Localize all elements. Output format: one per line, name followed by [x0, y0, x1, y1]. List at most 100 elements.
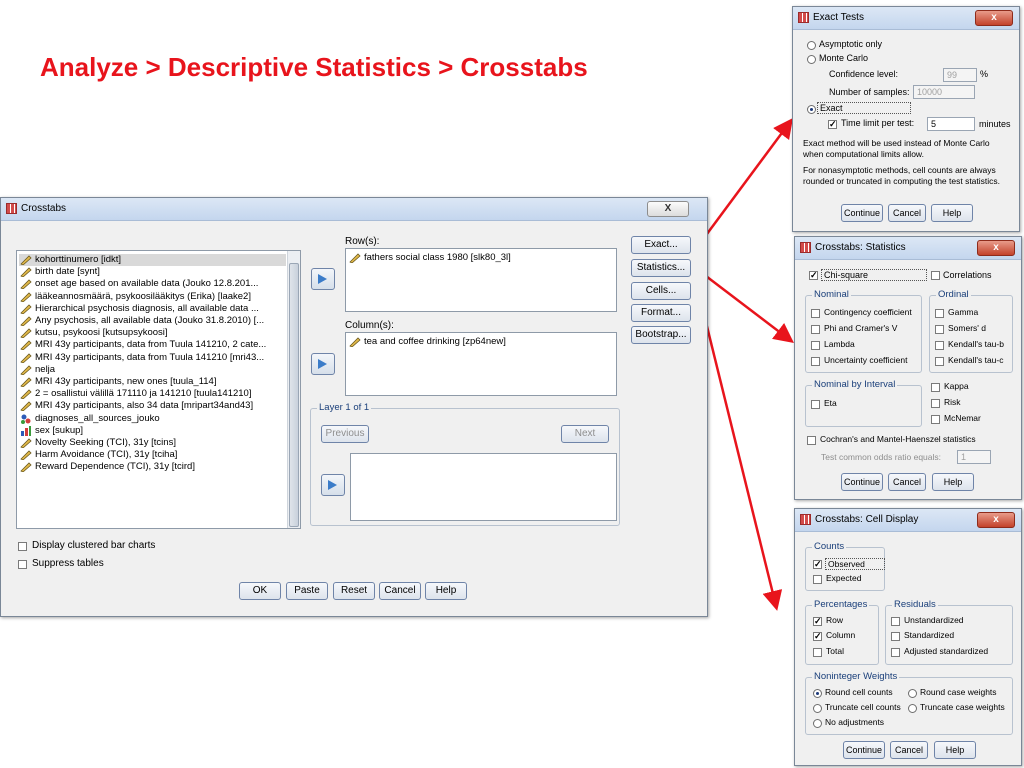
unstandardized-checkbox[interactable] — [891, 617, 900, 626]
list-item[interactable]: Hierarchical psychosis diagnosis, all av… — [19, 303, 259, 315]
row-checkbox[interactable]: ✓ — [813, 617, 822, 626]
close-button[interactable]: x — [977, 512, 1015, 528]
round-cell-radio[interactable] — [813, 689, 822, 698]
mcnemar-checkbox[interactable] — [931, 415, 940, 424]
exact-titlebar: Exact Tests x — [793, 7, 1019, 30]
odds-input[interactable]: 1 — [957, 450, 991, 464]
list-item[interactable]: lääkeannosmäärä, psykoosilääkitys (Erika… — [19, 291, 251, 303]
list-item[interactable]: kutsu, psykoosi [kutsupsykoosi] — [19, 327, 168, 339]
standardized-checkbox[interactable] — [891, 632, 900, 641]
list-item[interactable]: diagnoses_all_sources_jouko — [19, 413, 160, 425]
list-item[interactable]: onset age based on available data (Jouko… — [19, 278, 258, 290]
cells-help-button[interactable]: Help — [934, 741, 976, 759]
reset-button[interactable]: Reset — [333, 582, 375, 600]
variable-list[interactable]: kohorttinumero [idkt] birth date [synt] on… — [16, 250, 301, 529]
scroll-thumb[interactable] — [289, 263, 299, 527]
move-to-columns-button[interactable] — [311, 353, 335, 375]
kendall-b-checkbox[interactable] — [935, 341, 944, 350]
list-item[interactable]: Any psychosis, all available data (Jouko… — [19, 315, 264, 327]
columns-item[interactable]: tea and coffee drinking [zp64new] — [348, 336, 506, 348]
display-clustered-checkbox[interactable] — [18, 542, 27, 551]
move-to-rows-button[interactable] — [311, 268, 335, 290]
contingency-checkbox[interactable] — [811, 309, 820, 318]
help-button[interactable]: Help — [425, 582, 467, 600]
close-button[interactable]: X — [647, 201, 689, 217]
exact-radio[interactable] — [807, 105, 816, 114]
kendall-c-checkbox[interactable] — [935, 357, 944, 366]
truncate-cell-radio[interactable] — [813, 704, 822, 713]
truncate-case-label: Truncate case weights — [920, 702, 1005, 712]
rows-list[interactable]: fathers social class 1980 [slk80_3l] — [345, 248, 617, 312]
list-item[interactable]: Harm Avoidance (TCI), 31y [tciha] — [19, 449, 177, 461]
cells-cancel-button[interactable]: Cancel — [890, 741, 928, 759]
lambda-label: Lambda — [824, 339, 855, 349]
phi-checkbox[interactable] — [811, 325, 820, 334]
list-item[interactable]: Reward Dependence (TCI), 31y [tcird] — [19, 461, 195, 473]
bootstrap-button[interactable]: Bootstrap... — [631, 326, 691, 344]
move-to-layer-button[interactable] — [321, 474, 345, 496]
eta-checkbox[interactable] — [811, 400, 820, 409]
crosstabs-dialog: Crosstabs X kohorttinumero [idkt] birth d… — [0, 197, 708, 617]
truncate-case-radio[interactable] — [908, 704, 917, 713]
statistics-button[interactable]: Statistics... — [631, 259, 691, 277]
no-adjustments-radio[interactable] — [813, 719, 822, 728]
asymptotic-radio[interactable] — [807, 41, 816, 50]
list-item[interactable]: MRI 43y participants, data from Tuula 14… — [19, 339, 266, 351]
column-checkbox[interactable]: ✓ — [813, 632, 822, 641]
total-checkbox[interactable] — [813, 648, 822, 657]
stats-continue-button[interactable]: Continue — [841, 473, 883, 491]
somers-checkbox[interactable] — [935, 325, 944, 334]
list-item[interactable]: birth date [synt] — [19, 266, 100, 278]
confidence-input[interactable]: 99 — [943, 68, 977, 82]
correlations-checkbox[interactable] — [931, 271, 940, 280]
round-case-label: Round case weights — [920, 687, 997, 697]
cancel-button[interactable]: Cancel — [379, 582, 421, 600]
list-item[interactable]: 2 = osallistui välillä 171110 ja 141210 … — [19, 388, 251, 400]
list-item-label: 2 = osallistui välillä 171110 ja 141210 … — [35, 388, 252, 400]
list-item[interactable]: nelja — [19, 364, 55, 376]
exact-continue-button[interactable]: Continue — [841, 204, 883, 222]
close-button[interactable]: x — [977, 240, 1015, 256]
list-item[interactable]: MRI 43y participants, new ones [tuula_11… — [19, 376, 216, 388]
cochran-checkbox[interactable] — [807, 436, 816, 445]
exact-cancel-button[interactable]: Cancel — [888, 204, 926, 222]
paste-button[interactable]: Paste — [286, 582, 328, 600]
cells-button[interactable]: Cells... — [631, 282, 691, 300]
ruler-pencil-icon — [349, 253, 361, 263]
ok-button[interactable]: OK — [239, 582, 281, 600]
next-button[interactable]: Next — [561, 425, 609, 443]
monte-carlo-radio[interactable] — [807, 55, 816, 64]
close-button[interactable]: x — [975, 10, 1013, 26]
adjusted-checkbox[interactable] — [891, 648, 900, 657]
lambda-checkbox[interactable] — [811, 341, 820, 350]
exact-button[interactable]: Exact... — [631, 236, 691, 254]
list-item-label: kohorttinumero [idkt] — [35, 254, 122, 265]
gamma-checkbox[interactable] — [935, 309, 944, 318]
previous-button[interactable]: Previous — [321, 425, 369, 443]
stats-cancel-button[interactable]: Cancel — [888, 473, 926, 491]
round-case-radio[interactable] — [908, 689, 917, 698]
layer-list[interactable] — [350, 453, 617, 521]
list-item[interactable]: MRI 43y participants, data from Tuula 14… — [19, 352, 264, 364]
list-item[interactable]: kohorttinumero [idkt] — [19, 254, 286, 266]
chi-square-checkbox[interactable]: ✓ — [809, 271, 818, 280]
expected-checkbox[interactable] — [813, 575, 822, 584]
time-limit-checkbox[interactable]: ✓ — [828, 120, 837, 129]
time-limit-input[interactable]: 5 — [927, 117, 975, 131]
rows-item[interactable]: fathers social class 1980 [slk80_3l] — [348, 252, 511, 264]
format-button[interactable]: Format... — [631, 304, 691, 322]
stats-help-button[interactable]: Help — [932, 473, 974, 491]
variable-list-scrollbar[interactable] — [287, 251, 300, 528]
observed-checkbox[interactable]: ✓ — [813, 560, 822, 569]
exact-help-button[interactable]: Help — [931, 204, 973, 222]
columns-list[interactable]: tea and coffee drinking [zp64new] — [345, 332, 617, 396]
risk-checkbox[interactable] — [931, 399, 940, 408]
list-item[interactable]: Novelty Seeking (TCI), 31y [tcins] — [19, 437, 176, 449]
samples-input[interactable]: 10000 — [913, 85, 975, 99]
cells-continue-button[interactable]: Continue — [843, 741, 885, 759]
kappa-checkbox[interactable] — [931, 383, 940, 392]
uncertainty-checkbox[interactable] — [811, 357, 820, 366]
suppress-tables-checkbox[interactable] — [18, 560, 27, 569]
list-item[interactable]: MRI 43y participants, also 34 data [mrip… — [19, 400, 253, 412]
list-item[interactable]: sex [sukup] — [19, 425, 83, 437]
